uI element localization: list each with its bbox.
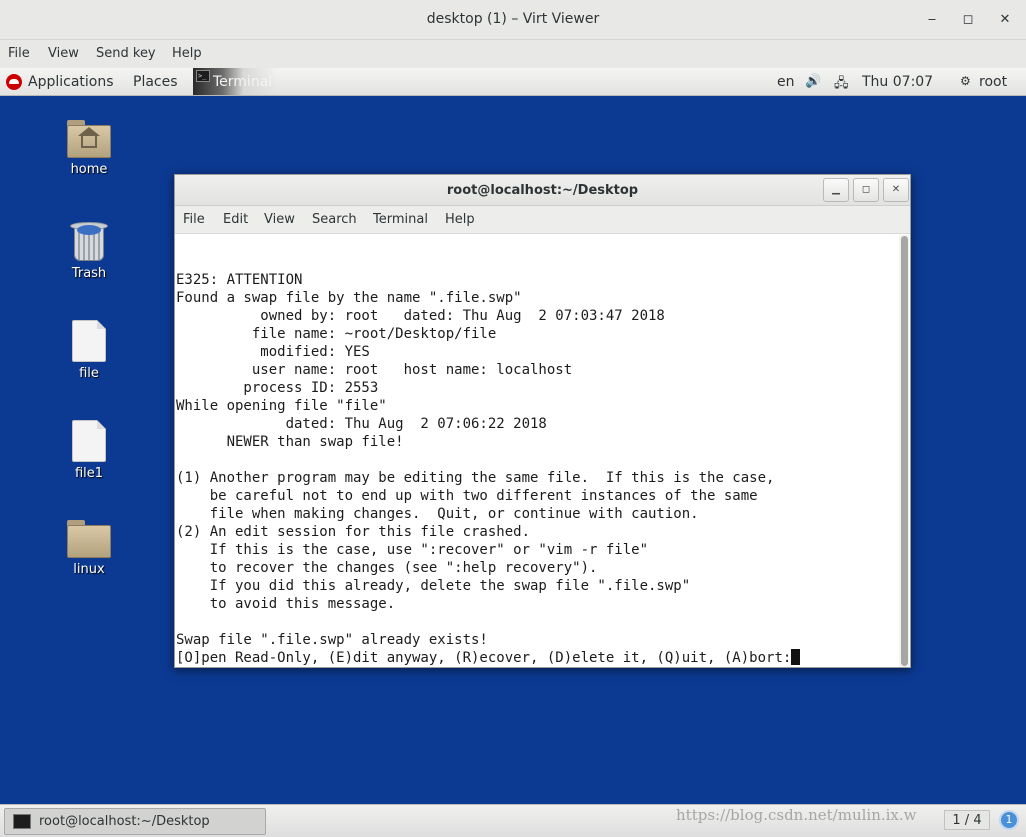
folder-icon xyxy=(67,520,111,558)
terminal-menu-edit[interactable]: Edit xyxy=(223,212,248,227)
terminal-prompt: [O]pen Read-Only, (E)dit anyway, (R)ecov… xyxy=(176,650,792,666)
virt-viewer-menubar: File View Send key Help xyxy=(0,40,1026,68)
terminal-scrollbar-thumb[interactable] xyxy=(901,236,908,666)
virt-viewer-titlebar: desktop (1) – Virt Viewer ‒ ◻ ✕ xyxy=(0,0,1026,40)
terminal-line: to avoid this message. xyxy=(176,596,396,612)
redhat-logo-icon xyxy=(6,74,22,90)
desktop-icon-label: file xyxy=(79,366,99,381)
volume-icon[interactable]: 🔊 xyxy=(805,74,821,89)
minimize-button[interactable]: ‒ xyxy=(920,8,944,32)
terminal-maximize-button[interactable]: ◻ xyxy=(853,178,879,202)
terminal-close-button[interactable]: ✕ xyxy=(883,178,909,202)
terminal-menubar: File Edit View Search Terminal Help xyxy=(175,206,910,234)
trash-icon xyxy=(70,220,108,262)
maximize-button[interactable]: ◻ xyxy=(956,8,980,32)
user-menu[interactable]: root xyxy=(979,74,1007,90)
menu-send-key[interactable]: Send key xyxy=(96,46,156,61)
active-app-label[interactable]: Terminal xyxy=(213,74,272,90)
language-indicator[interactable]: en xyxy=(777,74,795,90)
menu-help[interactable]: Help xyxy=(172,46,202,61)
terminal-output[interactable]: E325: ATTENTION Found a swap file by the… xyxy=(176,235,898,667)
desktop-icon-label: linux xyxy=(73,562,105,577)
desktop-icon-trash[interactable]: Trash xyxy=(49,220,129,281)
terminal-line: Found a swap file by the name ".file.swp… xyxy=(176,290,522,306)
places-menu[interactable]: Places xyxy=(133,74,178,90)
terminal-line: dated: Thu Aug 2 07:06:22 2018 xyxy=(176,416,547,432)
taskbar-window-terminal[interactable]: root@localhost:~/Desktop xyxy=(4,808,266,835)
text-cursor xyxy=(791,649,801,665)
terminal-line: file name: ~root/Desktop/file xyxy=(176,326,497,342)
terminal-line: NEWER than swap file! xyxy=(176,434,404,450)
terminal-menu-help[interactable]: Help xyxy=(445,212,475,227)
terminal-line: If you did this already, delete the swap… xyxy=(176,578,691,594)
desktop-icon-label: file1 xyxy=(74,466,104,481)
terminal-line: user name: root host name: localhost xyxy=(176,362,573,378)
window-title: desktop (1) – Virt Viewer xyxy=(426,11,600,27)
desktop-icon-home[interactable]: home xyxy=(49,120,129,177)
desktop-icon-label: home xyxy=(70,162,108,177)
document-icon xyxy=(72,420,106,462)
applications-menu[interactable]: Applications xyxy=(28,74,114,90)
desktop-icon-linux[interactable]: linux xyxy=(49,520,129,577)
terminal-line: modified: YES xyxy=(176,344,370,360)
terminal-line: (2) An edit session for this file crashe… xyxy=(176,524,531,540)
terminal-line: to recover the changes (see ":help recov… xyxy=(176,560,598,576)
terminal-line: be careful not to end up with two differ… xyxy=(176,488,758,504)
terminal-text: E325: ATTENTION Found a swap file by the… xyxy=(176,271,801,667)
terminal-icon: >_ xyxy=(196,70,210,82)
user-icon[interactable]: ⚙ xyxy=(960,74,971,88)
terminal-minimize-button[interactable]: ▁ xyxy=(823,178,849,202)
desktop-icon-file1[interactable]: file1 xyxy=(49,420,129,481)
terminal-menu-terminal[interactable]: Terminal xyxy=(373,212,428,227)
taskbar-window-label: root@localhost:~/Desktop xyxy=(39,814,210,829)
terminal-titlebar[interactable]: root@localhost:~/Desktop ▁ ◻ ✕ xyxy=(175,175,910,206)
terminal-window: root@localhost:~/Desktop ▁ ◻ ✕ File Edit… xyxy=(174,174,911,668)
terminal-menu-view[interactable]: View xyxy=(264,212,295,227)
document-icon xyxy=(72,320,106,362)
home-folder-icon xyxy=(67,120,111,158)
desktop-icon-label: Trash xyxy=(71,266,107,281)
terminal-menu-search[interactable]: Search xyxy=(312,212,357,227)
terminal-line: (1) Another program may be editing the s… xyxy=(176,470,775,486)
terminal-line: E325: ATTENTION xyxy=(176,272,303,288)
terminal-menu-file[interactable]: File xyxy=(183,212,205,227)
menu-view[interactable]: View xyxy=(48,46,79,61)
terminal-icon xyxy=(13,814,31,829)
gnome-top-bar: Applications Places >_ Terminal en 🔊 🖧 T… xyxy=(0,68,1026,96)
terminal-line: file when making changes. Quit, or conti… xyxy=(176,506,699,522)
terminal-line: owned by: root dated: Thu Aug 2 07:03:47… xyxy=(176,308,665,324)
notification-badge[interactable]: 1 xyxy=(999,810,1019,830)
terminal-line: While opening file "file" xyxy=(176,398,387,414)
workspace-pager[interactable]: 1 / 4 xyxy=(944,810,990,830)
watermark: https://blog.csdn.net/mulin.ix.w xyxy=(676,806,917,824)
terminal-title: root@localhost:~/Desktop xyxy=(446,183,639,198)
network-icon[interactable]: 🖧 xyxy=(834,74,849,96)
clock[interactable]: Thu 07:07 xyxy=(862,74,933,90)
terminal-line: Swap file ".file.swp" already exists! xyxy=(176,632,488,648)
terminal-line: If this is the case, use ":recover" or "… xyxy=(176,542,649,558)
desktop-icon-file[interactable]: file xyxy=(49,320,129,381)
terminal-line: process ID: 2553 xyxy=(176,380,379,396)
menu-file[interactable]: File xyxy=(8,46,30,61)
close-button[interactable]: ✕ xyxy=(993,8,1017,32)
